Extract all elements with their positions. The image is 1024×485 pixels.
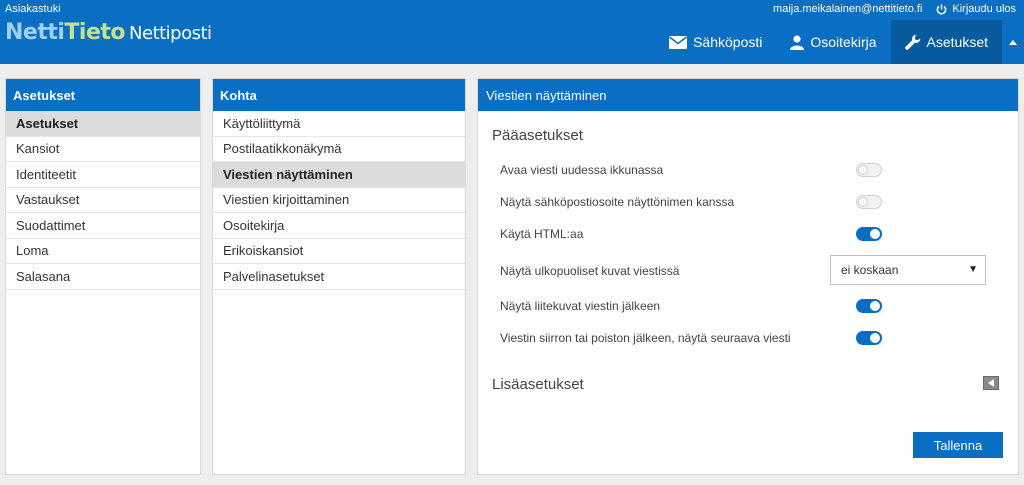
- logo-product-name: Nettiposti: [129, 23, 212, 44]
- settings-panel: Asetukset Asetukset Kansiot Identiteetit…: [5, 78, 201, 475]
- settings-item-responses[interactable]: Vastaukset: [6, 188, 200, 213]
- caret-up-icon: [1009, 39, 1017, 45]
- person-icon: [790, 34, 805, 50]
- settings-item-folders[interactable]: Kansiot: [6, 137, 200, 162]
- setting-label: Käytä HTML:aa: [500, 227, 584, 241]
- main-settings-heading: Pääasetukset: [492, 127, 583, 144]
- logo[interactable]: Netti Tieto Nettiposti: [5, 20, 212, 50]
- setting-row-open-new-window: Avaa viesti uudessa ikkunassa: [500, 160, 1018, 180]
- nav-settings-label: Asetukset: [926, 34, 988, 50]
- setting-label: Näytä ulkopuoliset kuvat viestissä: [500, 264, 680, 278]
- section-panel: Kohta Käyttöliittymä Postilaatikkonäkymä…: [212, 78, 466, 475]
- detail-panel-title: Viestien näyttäminen: [478, 79, 1018, 111]
- setting-label: Näytä liitekuvat viestin jälkeen: [500, 299, 661, 313]
- toggle-show-next-message[interactable]: [856, 331, 882, 345]
- section-item-composing[interactable]: Viestien kirjoittaminen: [213, 188, 465, 213]
- support-link[interactable]: Asiakastuki: [5, 3, 61, 15]
- setting-row-attachment-images: Näytä liitekuvat viestin jälkeen: [500, 296, 1018, 316]
- settings-item-vacation[interactable]: Loma: [6, 239, 200, 264]
- save-button[interactable]: Tallenna: [913, 432, 1003, 458]
- envelope-icon: [669, 35, 688, 49]
- settings-item-filters[interactable]: Suodattimet: [6, 213, 200, 239]
- setting-row-show-next-message: Viestin siirron tai poiston jälkeen, näy…: [500, 328, 1018, 348]
- nav-collapse-button[interactable]: [1002, 20, 1024, 64]
- user-bar: maija.meikalainen@nettitieto.fi Kirjaudu…: [773, 3, 1016, 15]
- nav-email-label: Sähköposti: [693, 34, 763, 50]
- setting-label: Avaa viesti uudessa ikkunassa: [500, 163, 664, 177]
- expand-extra-settings-button[interactable]: [983, 376, 999, 390]
- logo-part-netti: Netti: [5, 20, 65, 45]
- triangle-left-icon: [988, 379, 994, 387]
- settings-panel-title: Asetukset: [6, 79, 200, 111]
- section-panel-title: Kohta: [213, 79, 465, 111]
- toggle-open-new-window[interactable]: [856, 163, 882, 177]
- logout-label: Kirjaudu ulos: [952, 3, 1016, 15]
- section-item-ui[interactable]: Käyttöliittymä: [213, 111, 465, 137]
- section-item-message-display[interactable]: Viestien näyttäminen: [213, 162, 465, 188]
- toggle-use-html[interactable]: [856, 227, 882, 241]
- setting-label: Viestin siirron tai poiston jälkeen, näy…: [500, 331, 791, 345]
- toggle-attachment-images[interactable]: [856, 299, 882, 313]
- toggle-show-email-address[interactable]: [856, 195, 882, 209]
- wrench-icon: [904, 34, 920, 50]
- section-item-server-settings[interactable]: Palvelinasetukset: [213, 264, 465, 290]
- setting-row-show-email-address: Näytä sähköpostiosoite näyttönimen kanss…: [500, 192, 1018, 212]
- dropdown-arrow-icon: ▼: [968, 264, 978, 275]
- nav-settings[interactable]: Asetukset: [890, 20, 1002, 64]
- logo-part-tieto: Tieto: [64, 20, 126, 45]
- settings-item-general[interactable]: Asetukset: [6, 111, 200, 137]
- nav-addressbook-label: Osoitekirja: [810, 34, 877, 50]
- detail-panel: Viestien näyttäminen Pääasetukset Avaa v…: [477, 78, 1019, 475]
- external-images-select[interactable]: ei koskaan ▼: [830, 255, 986, 285]
- section-item-special-folders[interactable]: Erikoiskansiot: [213, 239, 465, 264]
- settings-item-password[interactable]: Salasana: [6, 264, 200, 290]
- settings-item-identities[interactable]: Identiteetit: [6, 162, 200, 188]
- logout-link[interactable]: Kirjaudu ulos: [936, 3, 1016, 15]
- section-item-mailbox-view[interactable]: Postilaatikkonäkymä: [213, 137, 465, 162]
- nav-email[interactable]: Sähköposti: [655, 20, 776, 64]
- main-nav: Sähköposti Osoitekirja Asetukset: [655, 20, 1024, 64]
- power-icon: [937, 3, 947, 14]
- setting-label: Näytä sähköpostiosoite näyttönimen kanss…: [500, 195, 735, 209]
- app-header: Asiakastuki Netti Tieto Nettiposti maija…: [0, 0, 1024, 64]
- user-email: maija.meikalainen@nettitieto.fi: [773, 3, 923, 15]
- nav-addressbook[interactable]: Osoitekirja: [776, 20, 890, 64]
- select-value: ei koskaan: [841, 263, 899, 277]
- section-item-addressbook[interactable]: Osoitekirja: [213, 213, 465, 239]
- setting-row-use-html: Käytä HTML:aa: [500, 224, 1018, 244]
- extra-settings-heading: Lisäasetukset: [492, 376, 584, 393]
